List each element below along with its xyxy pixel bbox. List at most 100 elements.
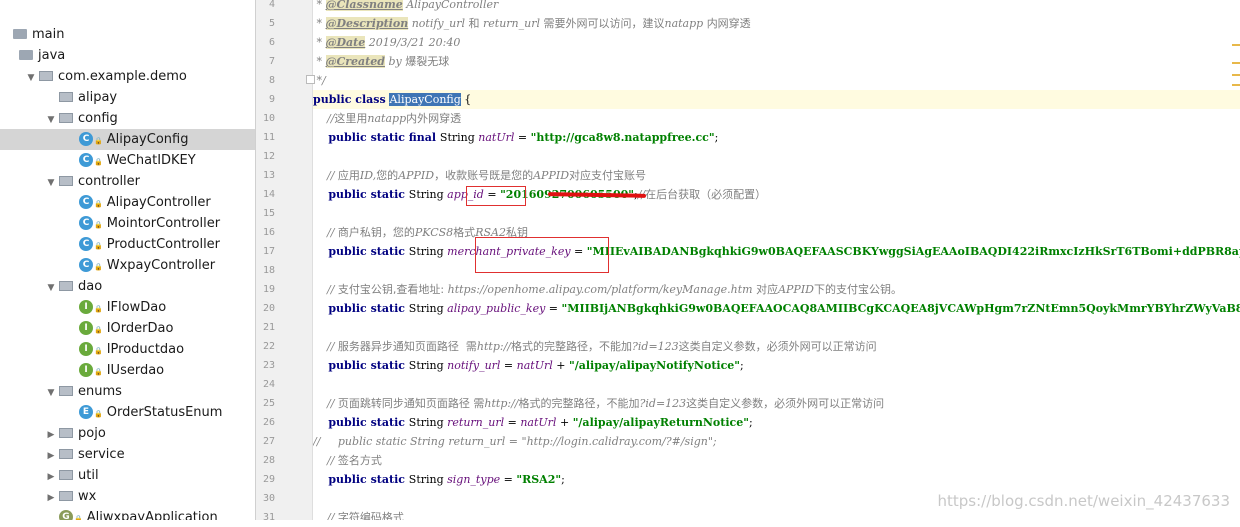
code-line[interactable] — [313, 204, 1240, 223]
tree-item-pojo[interactable]: ▶ pojo — [0, 423, 255, 446]
lock-icon: 🔒 — [94, 347, 103, 355]
code-line[interactable]: // 服务器异步通知页面路径 需http://格式的完整路径，不能加?id=12… — [313, 337, 1240, 356]
collapse-arrow-icon[interactable]: ▶ — [46, 467, 56, 488]
tree-item-iflowdao[interactable]: I 🔒 IFlowDao — [0, 297, 255, 318]
code-token: ; — [561, 473, 565, 486]
tree-item-service[interactable]: ▶ service — [0, 444, 255, 467]
code-token: 页面跳转同步通知页面路径 需 — [337, 397, 485, 410]
code-line[interactable]: public static String merchant_private_ke… — [313, 242, 1240, 261]
package-icon — [59, 448, 73, 459]
tree-item-iuserdao[interactable]: I 🔒 IUserdao — [0, 360, 255, 381]
code-token: = — [545, 302, 562, 315]
tree-item-util[interactable]: ▶ util — [0, 465, 255, 488]
code-line[interactable]: public static String alipay_public_key =… — [313, 299, 1240, 318]
code-token: 2019/3/21 20:40 — [365, 36, 461, 49]
code-line[interactable]: //这里用natapp内外网穿透 — [313, 109, 1240, 128]
code-line[interactable]: // 商户私钥，您的PKCS8格式RSA2私钥 — [313, 223, 1240, 242]
tree-item-dao[interactable]: ▼ dao — [0, 276, 255, 299]
line-number: 23 — [262, 360, 275, 371]
code-line[interactable] — [313, 147, 1240, 166]
tree-item-wx[interactable]: ▶ wx — [0, 486, 255, 509]
scroll-marker[interactable] — [1232, 44, 1240, 46]
scroll-marker[interactable] — [1232, 62, 1240, 64]
code-line[interactable]: // 页面跳转同步通知页面路径 需http://格式的完整路径，不能加?id=1… — [313, 394, 1240, 413]
tree-item-orderstatusenum[interactable]: E 🔒 OrderStatusEnum — [0, 402, 255, 423]
code-token: @Created — [325, 55, 385, 68]
collapse-arrow-icon[interactable]: ▶ — [46, 488, 56, 509]
line-number: 15 — [262, 208, 275, 219]
tree-item-aliwxpayapplication[interactable]: G 🔒 AliwxpayApplication — [0, 507, 255, 520]
code-line[interactable]: // 应用ID,您的APPID，收款账号既是您的APPID对应支付宝账号 — [313, 166, 1240, 185]
package-icon — [59, 490, 73, 501]
code-line[interactable]: * @Description notify_url 和 return_url 需… — [313, 14, 1240, 33]
tree-item-java[interactable]: java — [0, 45, 255, 66]
tree-item-mointorcontroller[interactable]: C 🔒 MointorController — [0, 213, 255, 234]
code-token: APPID — [778, 283, 814, 296]
spring-app-icon: G — [59, 509, 73, 520]
tree-item-alipaycontroller[interactable]: C 🔒 AlipayController — [0, 192, 255, 213]
code-token: 需要外网可以访问，建议 — [543, 17, 665, 30]
collapse-arrow-icon[interactable]: ▶ — [46, 425, 56, 446]
expand-arrow-icon[interactable]: ▼ — [46, 173, 56, 194]
code-line[interactable]: * @Date 2019/3/21 20:40 — [313, 33, 1240, 52]
tree-item-label: OrderStatusEnum — [106, 405, 223, 420]
expand-arrow-icon[interactable]: ▼ — [46, 383, 56, 404]
tree-item-productcontroller[interactable]: C 🔒 ProductController — [0, 234, 255, 255]
tree-item-iproductdao[interactable]: I 🔒 IProductdao — [0, 339, 255, 360]
code-line[interactable]: public static String return_url = natUrl… — [313, 413, 1240, 432]
code-line[interactable] — [313, 375, 1240, 394]
tree-item-enums[interactable]: ▼ enums — [0, 381, 255, 404]
code-token: natapp — [664, 17, 707, 30]
code-token: // — [313, 511, 338, 520]
line-number: 5 — [268, 18, 275, 29]
code-line[interactable]: public static String notify_url = natUrl… — [313, 356, 1240, 375]
code-token: AlipayController — [402, 0, 499, 11]
code-line[interactable]: // 支付宝公钥,查看地址: https://openhome.alipay.c… — [313, 280, 1240, 299]
code-token: public static — [313, 188, 409, 201]
code-line[interactable]: // public static String return_url = "ht… — [313, 432, 1240, 451]
line-number: 11 — [262, 132, 275, 143]
code-line[interactable]: public static final String natUrl = "htt… — [313, 128, 1240, 147]
package-icon — [59, 385, 73, 396]
code-token: APPID — [533, 169, 570, 182]
tree-item-config[interactable]: ▼ config — [0, 108, 255, 131]
tree-item-label: main — [32, 27, 65, 42]
tree-item-wechatidkey[interactable]: C 🔒 WeChatIDKEY — [0, 150, 255, 171]
expand-arrow-icon[interactable]: ▼ — [26, 68, 36, 89]
collapse-arrow-icon[interactable]: ▶ — [46, 446, 56, 467]
code-token: String — [408, 473, 448, 486]
code-token: 这类自定义参数，必须外网可以正常访问 — [678, 340, 877, 353]
tree-item-main[interactable]: main — [0, 24, 255, 45]
code-token: public static — [313, 359, 409, 372]
code-token: ，收款账号既是您的 — [434, 169, 534, 182]
line-number: 22 — [262, 341, 275, 352]
code-editor[interactable]: * @Classname AlipayController * @Descrip… — [313, 0, 1240, 520]
code-line[interactable]: * @Created by 爆裂无球 — [313, 52, 1240, 71]
code-token: // — [313, 112, 335, 125]
code-line[interactable]: public class AlipayConfig { — [313, 90, 1240, 109]
scroll-marker[interactable] — [1232, 84, 1240, 86]
tree-item-controller[interactable]: ▼ controller — [0, 171, 255, 194]
expand-arrow-icon[interactable]: ▼ — [46, 110, 56, 131]
project-tree[interactable]: main java ▼ com.example.demo alipay ▼ config C 🔒… — [0, 0, 256, 520]
line-number: 20 — [262, 303, 275, 314]
expand-arrow-icon[interactable]: ▼ — [46, 278, 56, 299]
code-line[interactable]: public static String app_id = "201609270… — [313, 185, 1240, 204]
line-number: 25 — [262, 398, 275, 409]
package-icon — [59, 91, 73, 102]
code-line[interactable] — [313, 318, 1240, 337]
code-token: "RSA2" — [516, 473, 562, 486]
code-line[interactable]: * @Classname AlipayController — [313, 0, 1240, 14]
code-token: http:// — [484, 397, 519, 410]
tree-item-iorderdao[interactable]: I 🔒 IOrderDao — [0, 318, 255, 339]
scroll-marker[interactable] — [1232, 74, 1240, 76]
tree-item-com-example-demo[interactable]: ▼ com.example.demo — [0, 66, 255, 89]
code-line[interactable]: */ — [313, 71, 1240, 90]
code-line[interactable]: // 签名方式 — [313, 451, 1240, 470]
lock-icon: 🔒 — [94, 137, 103, 145]
tree-item-alipay[interactable]: alipay — [0, 87, 255, 108]
code-line[interactable] — [313, 261, 1240, 280]
tree-item-alipayconfig[interactable]: C 🔒 AlipayConfig — [0, 129, 255, 150]
tree-item-wxpaycontroller[interactable]: C 🔒 WxpayController — [0, 255, 255, 276]
code-line[interactable]: public static String sign_type = "RSA2"; — [313, 470, 1240, 489]
